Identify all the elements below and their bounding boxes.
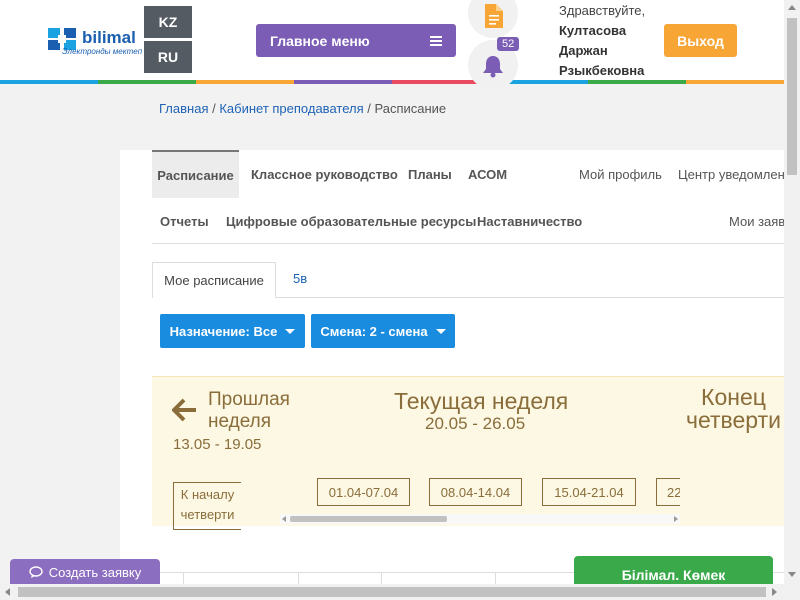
week-list: 01.04-07.04 08.04-14.04 15.04-21.04 22.0… xyxy=(272,470,680,512)
breadcrumb-cabinet-link[interactable]: Кабинет преподавателя xyxy=(219,101,363,116)
color-strip-segment xyxy=(98,80,196,84)
breadcrumb-separator: / xyxy=(208,101,220,116)
create-request-button[interactable]: Создать заявку xyxy=(10,559,160,585)
quarter-end-label-line1: Конец xyxy=(701,384,766,410)
page-vertical-scrollbar[interactable] xyxy=(784,0,800,584)
tab-reports[interactable]: Отчеты xyxy=(160,214,209,229)
week-chip[interactable]: 22.04-28.04 xyxy=(656,478,680,506)
user-name-line3[interactable]: Рзыкбековна xyxy=(559,61,645,81)
shift-filter-label: Смена: 2 - смена xyxy=(320,323,428,339)
tab-my-profile[interactable]: Мой профиль xyxy=(579,167,662,182)
color-strip-segment xyxy=(0,80,98,84)
week-list-scrollbar[interactable] xyxy=(280,514,680,524)
bell-icon xyxy=(483,56,503,78)
scroll-down-icon[interactable] xyxy=(788,572,796,578)
quarter-start-button[interactable]: К началу четверти xyxy=(173,482,241,530)
main-menu-button[interactable]: Главное меню xyxy=(256,24,456,57)
lang-kz-button[interactable]: KZ xyxy=(144,6,192,38)
hamburger-icon xyxy=(430,35,442,46)
notification-count-badge: 52 xyxy=(497,37,520,51)
previous-week-button[interactable]: Прошлая неделя xyxy=(208,389,290,433)
user-greeting: Здравствуйте, Култасова Даржан Рзыкбеков… xyxy=(559,1,645,81)
subtab-divider xyxy=(276,297,784,298)
week-chip[interactable]: 08.04-14.04 xyxy=(429,478,522,506)
nav-divider xyxy=(152,243,784,244)
quarter-start-label-line2: четверти xyxy=(180,507,235,522)
subtab-class-5v[interactable]: 5в xyxy=(293,271,307,286)
quarter-start-label-line1: К началу xyxy=(180,487,235,502)
breadcrumb-current: Расписание xyxy=(374,101,447,116)
page-horizontal-scroll-thumb[interactable] xyxy=(18,587,766,597)
tab-asom[interactable]: АСОМ xyxy=(468,167,507,182)
week-list-scroll-thumb[interactable] xyxy=(290,516,447,522)
tab-notification-center[interactable]: Центр уведомлений xyxy=(678,167,799,182)
page-horizontal-scrollbar[interactable] xyxy=(0,584,800,600)
page-vertical-scroll-thumb[interactable] xyxy=(787,18,797,175)
color-strip-segment xyxy=(686,80,784,84)
caret-down-icon xyxy=(435,328,446,334)
create-request-label: Создать заявку xyxy=(48,564,142,580)
document-icon xyxy=(485,4,503,28)
tab-schedule[interactable]: Расписание xyxy=(152,150,239,198)
tab-class-management[interactable]: Классное руководство xyxy=(251,167,398,182)
logout-button[interactable]: Выход xyxy=(664,24,737,57)
previous-week-label-line1: Прошлая xyxy=(208,389,290,410)
logo-subtitle: Электронды мектеп xyxy=(62,47,143,56)
previous-week-label-line2: неделя xyxy=(208,411,272,432)
scroll-up-icon[interactable] xyxy=(788,4,796,10)
week-chip[interactable]: 15.04-21.04 xyxy=(542,478,636,506)
previous-week-dates: 13.05 - 19.05 xyxy=(173,436,262,453)
scroll-right-icon[interactable] xyxy=(772,588,778,596)
breadcrumb-home-link[interactable]: Главная xyxy=(159,101,208,116)
tab-mentoring[interactable]: Наставничество xyxy=(477,214,582,229)
scroll-right-icon[interactable] xyxy=(673,516,679,522)
logo-text[interactable]: bilimal xyxy=(82,28,136,48)
purpose-filter-label: Назначение: Все xyxy=(169,323,278,339)
subtab-my-schedule[interactable]: Мое расписание xyxy=(152,262,276,298)
header-color-strip xyxy=(0,80,784,84)
greeting-text: Здравствуйте, xyxy=(559,3,646,18)
color-strip-segment xyxy=(196,80,294,84)
user-name-line2[interactable]: Даржан xyxy=(559,41,645,61)
arrow-left-icon[interactable] xyxy=(172,398,198,422)
scroll-left-icon[interactable] xyxy=(281,516,287,522)
caret-down-icon xyxy=(285,328,296,334)
shift-filter-dropdown[interactable]: Смена: 2 - смена xyxy=(311,314,455,348)
week-chip[interactable]: 01.04-07.04 xyxy=(317,478,410,506)
chat-bubble-icon xyxy=(29,566,43,578)
user-name-line1[interactable]: Култасова xyxy=(559,21,645,41)
breadcrumb: Главная / Кабинет преподавателя / Распис… xyxy=(159,101,446,116)
scroll-left-icon[interactable] xyxy=(4,588,10,596)
lang-ru-button[interactable]: RU xyxy=(144,41,192,73)
color-strip-segment xyxy=(294,80,392,84)
main-menu-label: Главное меню xyxy=(270,32,370,49)
breadcrumb-separator: / xyxy=(363,101,375,116)
quarter-end-button[interactable]: Конец четверти xyxy=(686,386,781,432)
quarter-end-label-line2: четверти xyxy=(686,407,781,433)
current-week-title: Текущая неделя xyxy=(394,388,569,414)
tab-plans[interactable]: Планы xyxy=(408,167,452,182)
current-week-dates: 20.05 - 26.05 xyxy=(425,414,526,433)
purpose-filter-dropdown[interactable]: Назначение: Все xyxy=(160,314,305,348)
tab-digital-resources[interactable]: Цифровые образовательные ресурсы xyxy=(226,214,476,229)
